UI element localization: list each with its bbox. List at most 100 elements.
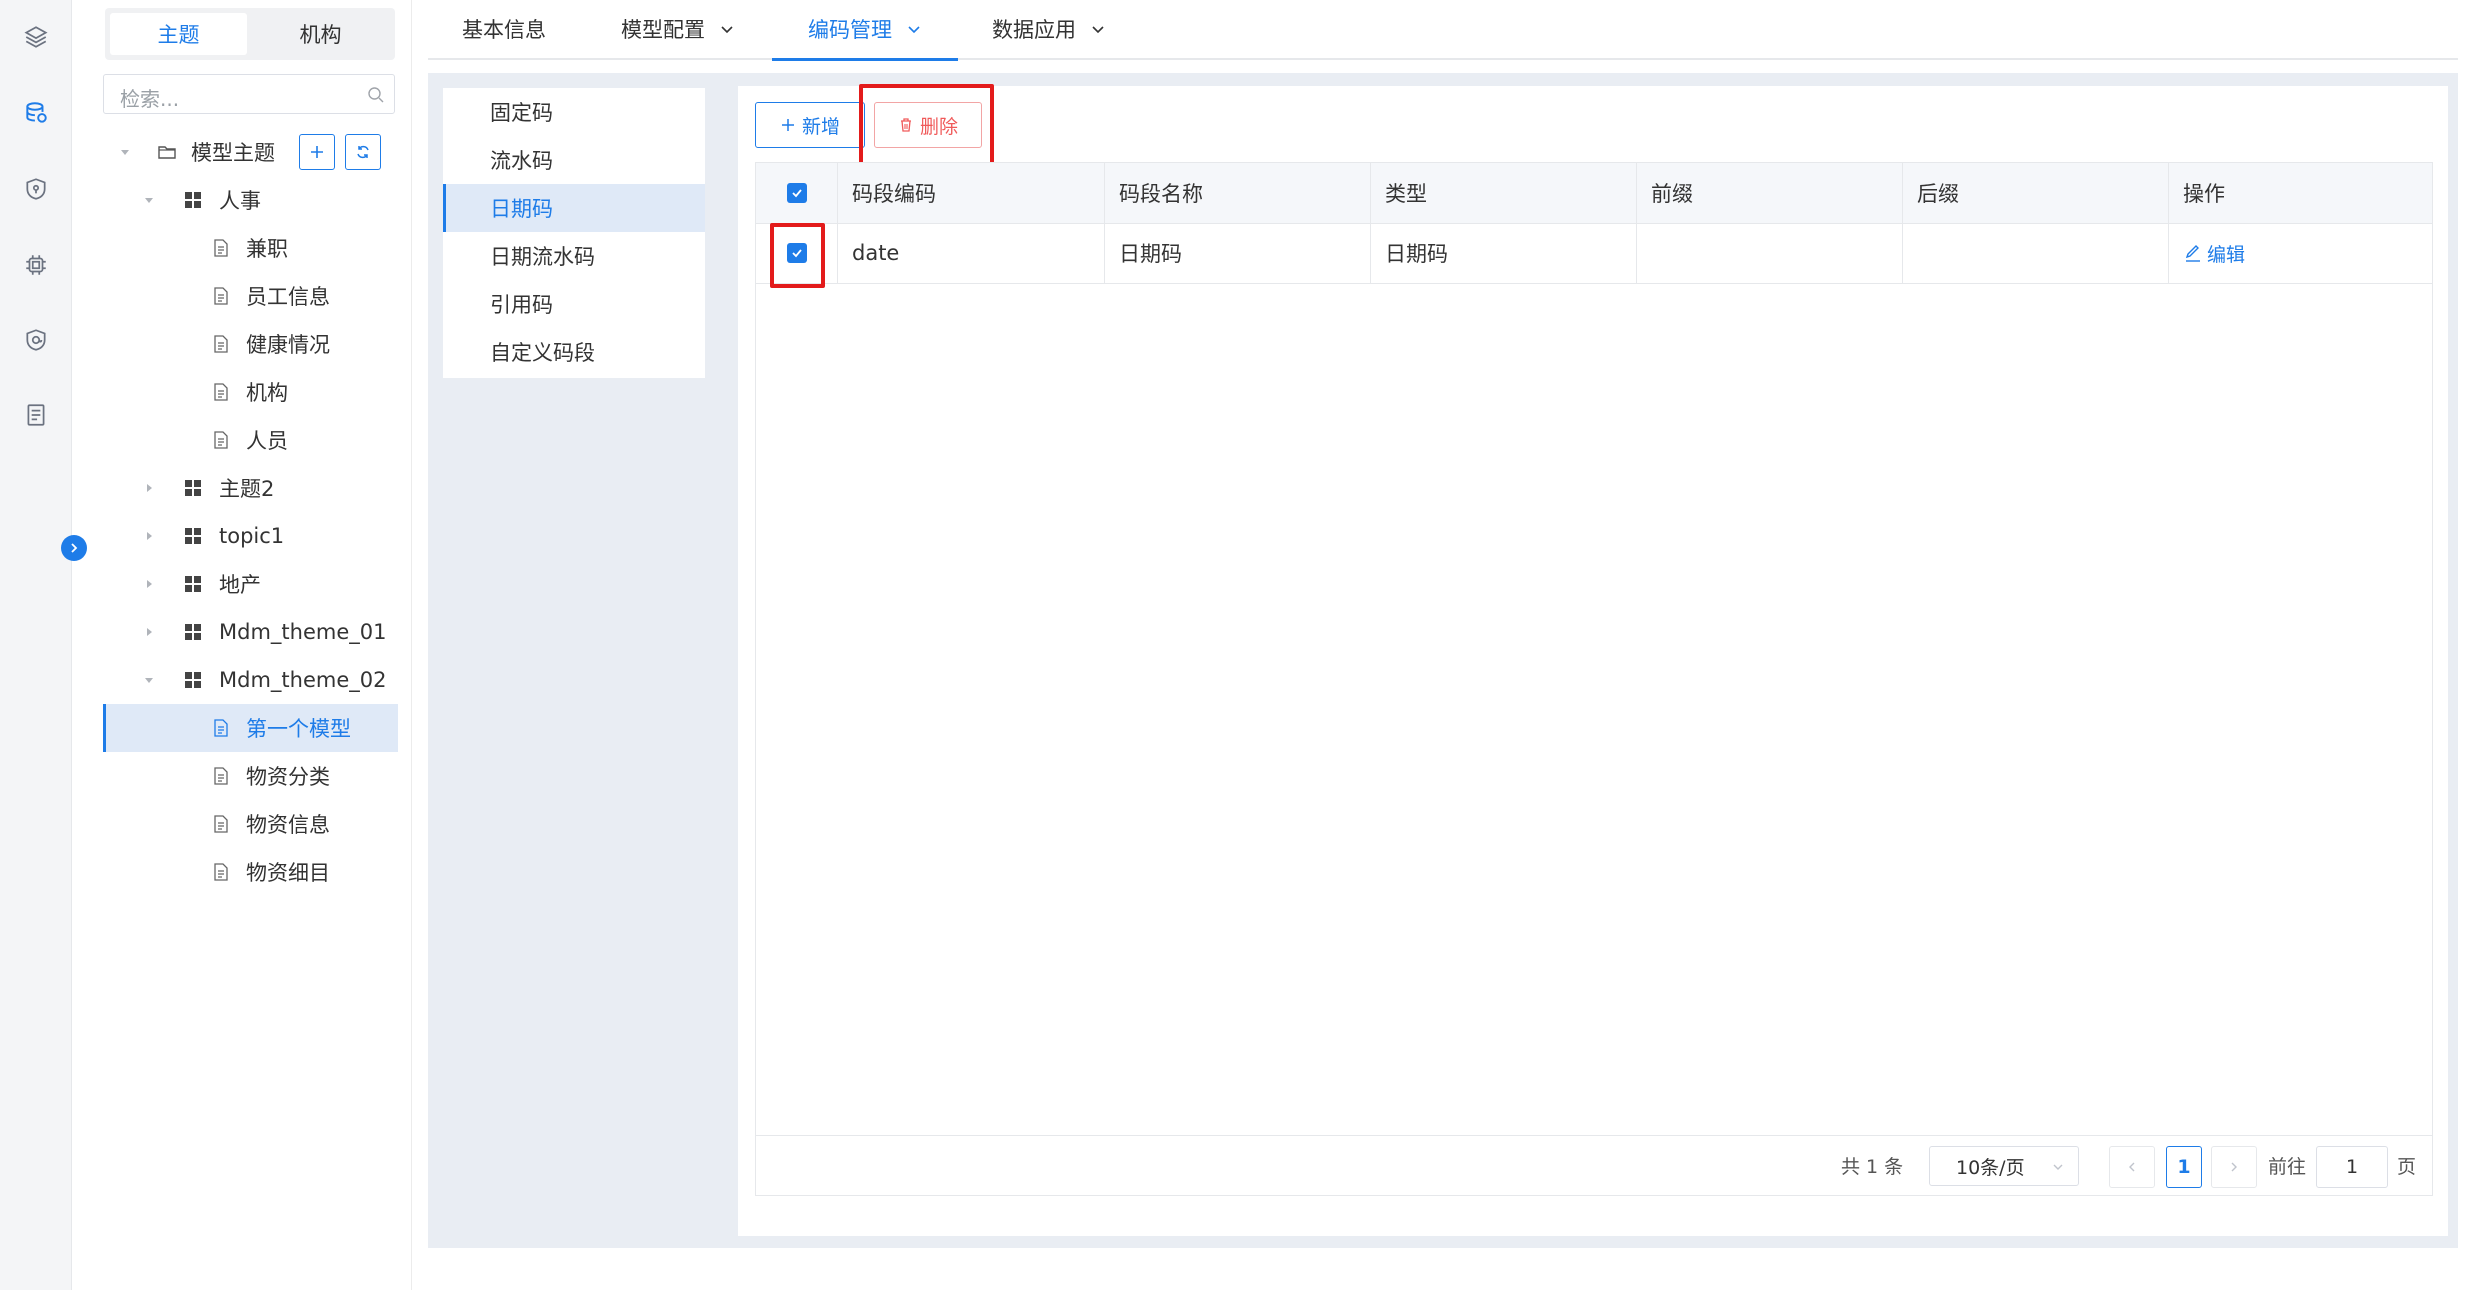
chevron-right-icon — [71, 543, 78, 553]
goto-page-input[interactable]: 1 — [2316, 1146, 2388, 1188]
tree-node-label: 机构 — [246, 381, 288, 405]
chevron-right-icon — [2231, 1162, 2237, 1172]
delete-highlight-box — [859, 84, 994, 166]
add-button[interactable]: 新增 — [755, 102, 865, 148]
add-button-label: 新增 — [801, 115, 840, 138]
column-header: 类型 — [1370, 163, 1636, 223]
tree-group-row[interactable]: topic1 — [103, 512, 395, 560]
tree-node-label: 人事 — [219, 189, 261, 213]
tree-leaf-row[interactable]: 兼职 — [103, 224, 395, 272]
tree-group-row[interactable]: 人事 — [103, 176, 395, 224]
code-type-custom[interactable]: 自定义码段 — [443, 328, 705, 376]
tree-leaf-row[interactable]: 物资分类 — [103, 752, 395, 800]
tab-basic-info[interactable]: 基本信息 — [462, 0, 546, 58]
tab-model-config[interactable]: 模型配置 — [621, 0, 735, 58]
grid-icon — [185, 192, 201, 208]
column-header: 操作 — [2168, 163, 2432, 223]
column-header: 码段名称 — [1104, 163, 1370, 223]
chip-icon[interactable] — [21, 250, 51, 280]
next-page-button[interactable] — [2211, 1146, 2257, 1188]
tree-node-label: 物资分类 — [246, 765, 330, 789]
shield-icon[interactable] — [21, 174, 51, 204]
tab-label: 编码管理 — [808, 18, 892, 42]
tree-node-label: 人员 — [246, 429, 288, 453]
layers-icon[interactable] — [21, 22, 51, 52]
document-icon — [214, 335, 228, 353]
add-theme-button[interactable] — [299, 134, 335, 170]
cell-prefix — [1636, 223, 1902, 283]
icon-rail — [0, 0, 72, 1290]
page-number-current[interactable]: 1 — [2166, 1146, 2202, 1188]
refresh-tree-button[interactable] — [345, 134, 381, 170]
plus-icon — [781, 119, 794, 131]
tree-group-row[interactable]: Mdm_theme_02 — [103, 656, 395, 704]
database-icon[interactable] — [21, 98, 51, 128]
pagination-total: 共 1 条 — [1841, 1156, 1904, 1178]
tree-leaf-row[interactable]: 员工信息 — [103, 272, 395, 320]
tree-search-input[interactable]: 检索... — [103, 74, 395, 114]
tree-leaf-row[interactable]: 人员 — [103, 416, 395, 464]
document-icon — [214, 287, 228, 305]
grid-icon — [185, 528, 201, 544]
document-icon — [214, 383, 228, 401]
document-icon — [214, 239, 228, 257]
code-type-fixed[interactable]: 固定码 — [443, 88, 705, 136]
tree-node-label: 主题2 — [219, 477, 275, 501]
tree-group-row[interactable]: 主题2 — [103, 464, 395, 512]
tree-leaf-row[interactable]: 物资细目 — [103, 848, 395, 896]
security-icon[interactable] — [21, 325, 51, 355]
tree-node-label: 地产 — [219, 573, 261, 597]
table-header: 码段编码 码段名称 类型 前缀 后缀 操作 — [756, 163, 2432, 224]
edit-link[interactable]: 编辑 — [2183, 240, 2245, 267]
caret-right-icon[interactable] — [143, 578, 155, 590]
tree-group-row[interactable]: Mdm_theme_01 — [103, 608, 395, 656]
caret-down-icon[interactable] — [143, 674, 155, 686]
code-type-serial[interactable]: 流水码 — [443, 136, 705, 184]
goto-label: 前往 — [2268, 1156, 2307, 1178]
tree-node-label: 健康情况 — [246, 333, 330, 357]
tree-group-row[interactable]: 地产 — [103, 560, 395, 608]
folder-icon — [158, 146, 176, 159]
edit-link-label: 编辑 — [2207, 243, 2246, 266]
tree-node-label: 兼职 — [246, 237, 288, 261]
column-header: 前缀 — [1636, 163, 1902, 223]
chevron-down-icon — [2053, 1164, 2063, 1170]
chevron-down-icon — [1092, 26, 1104, 34]
chevron-down-icon — [908, 26, 920, 34]
document-icon — [214, 863, 228, 881]
header-select-all[interactable] — [756, 163, 837, 223]
code-type-date-serial[interactable]: 日期流水码 — [443, 232, 705, 280]
checkbox-checked-icon[interactable] — [786, 183, 807, 203]
cell-name: 日期码 — [1104, 223, 1370, 283]
page-size-select[interactable]: 10条/页 — [1929, 1146, 2079, 1186]
tree-root-label: 模型主题 — [191, 141, 275, 165]
tab-data-application[interactable]: 数据应用 — [992, 0, 1106, 58]
document-list-icon[interactable] — [21, 400, 51, 430]
tree-node-label: 物资细目 — [246, 861, 330, 885]
tree-leaf-row[interactable]: 健康情况 — [103, 320, 395, 368]
tab-theme[interactable]: 主题 — [110, 13, 247, 55]
tree-leaf-row[interactable]: 机构 — [103, 368, 395, 416]
prev-page-button[interactable] — [2109, 1146, 2155, 1188]
tree-leaf-row-selected[interactable]: 第一个模型 — [103, 704, 398, 752]
expand-sidebar-button[interactable] — [61, 535, 87, 561]
caret-right-icon[interactable] — [143, 482, 155, 494]
caret-right-icon[interactable] — [143, 530, 155, 542]
page-unit-label: 页 — [2397, 1156, 2417, 1178]
tree-node-label: Mdm_theme_01 — [219, 620, 387, 644]
row-checkbox-highlight-box — [770, 223, 825, 288]
code-type-date[interactable]: 日期码 — [443, 184, 705, 232]
tree-node-label: Mdm_theme_02 — [219, 668, 387, 692]
cell-type: 日期码 — [1370, 223, 1636, 283]
tab-organization[interactable]: 机构 — [252, 13, 389, 55]
caret-down-icon[interactable] — [119, 146, 131, 158]
tab-code-management[interactable]: 编码管理 — [772, 0, 958, 61]
code-type-reference[interactable]: 引用码 — [443, 280, 705, 328]
code-segment-table: 码段编码 码段名称 类型 前缀 后缀 操作 date 日期码 日期码 编辑 共 … — [755, 162, 2433, 1196]
tab-label: 数据应用 — [992, 18, 1076, 42]
document-icon — [214, 767, 228, 785]
caret-right-icon[interactable] — [143, 626, 155, 638]
tree-leaf-row[interactable]: 物资信息 — [103, 800, 395, 848]
column-header: 后缀 — [1902, 163, 2168, 223]
caret-down-icon[interactable] — [143, 194, 155, 206]
